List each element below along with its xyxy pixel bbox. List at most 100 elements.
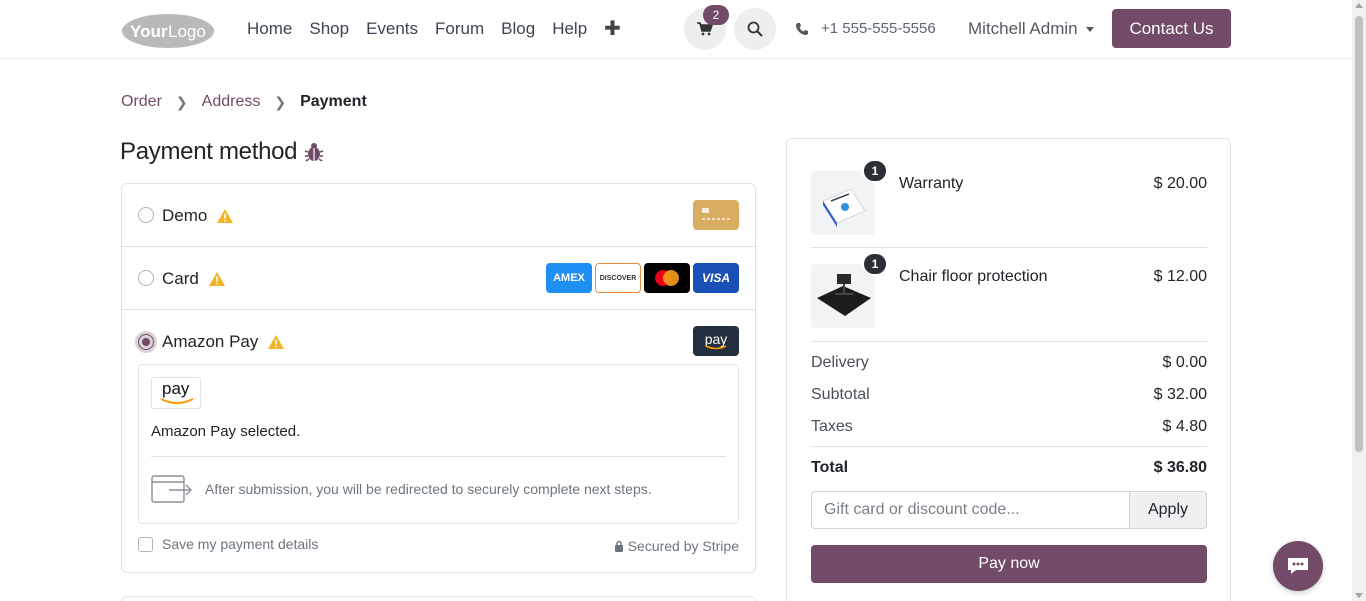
- save-payment-details[interactable]: Save my payment details: [138, 536, 318, 552]
- search-icon: [747, 21, 763, 37]
- main-nav: Home Shop Events Forum Blog Help ✚: [247, 19, 621, 39]
- amex-icon: AMEX: [546, 263, 592, 293]
- nav-events[interactable]: Events: [366, 19, 418, 39]
- demo-logo: [693, 200, 739, 230]
- bug-icon[interactable]: [303, 141, 325, 163]
- discount-code-input[interactable]: [811, 491, 1129, 529]
- amazon-pay-icon: pay: [693, 326, 739, 356]
- item-name[interactable]: Warranty: [899, 175, 963, 193]
- search-button[interactable]: [734, 8, 776, 50]
- phone-icon: [796, 22, 808, 35]
- redirect-window-icon: [151, 475, 192, 503]
- amazon-pay-small-logo: pay: [151, 377, 201, 409]
- amazon-pay-radio[interactable]: [135, 331, 157, 353]
- amazon-pay-details: pay Amazon Pay selected. After submissio…: [138, 364, 739, 524]
- pay-now-button[interactable]: Pay now: [811, 545, 1207, 583]
- taxes-row: Taxes $ 4.80: [811, 418, 1207, 436]
- quantity-badge: 1: [862, 252, 888, 276]
- card-brand-logos: AMEX DISCOVER VISA: [546, 263, 739, 293]
- delivery-value: $ 0.00: [1162, 354, 1207, 371]
- secured-label: Secured by Stripe: [627, 538, 739, 554]
- scroll-up-icon[interactable]: [1355, 3, 1363, 8]
- subtotal-value: $ 32.00: [1153, 386, 1207, 403]
- order-summary: 1 Warranty $ 20.00 1 Chair floor protect…: [786, 138, 1231, 601]
- divider: [811, 341, 1207, 342]
- item-name[interactable]: Chair floor protection: [899, 268, 1048, 286]
- demo-label-group: Demo: [162, 206, 234, 226]
- warning-icon: [208, 272, 225, 286]
- phone-number: +1 555-555-5556: [821, 20, 936, 37]
- nav-help[interactable]: Help: [552, 19, 587, 39]
- secured-by-stripe: Secured by Stripe: [614, 538, 739, 554]
- chat-icon: [1288, 558, 1308, 574]
- chevron-right-icon: ❯: [274, 93, 287, 110]
- page-title: Payment method: [120, 138, 325, 166]
- payment-method-heading: Payment method: [120, 138, 298, 165]
- total-label: Total: [811, 459, 849, 476]
- discount-form: Apply: [811, 491, 1207, 529]
- site-header: Your Logo Home Shop Events Forum Blog He…: [0, 0, 1352, 59]
- visa-icon: VISA: [693, 263, 739, 293]
- divider: [811, 446, 1207, 447]
- phone-link[interactable]: +1 555-555-5556: [795, 20, 936, 37]
- breadcrumb-address[interactable]: Address: [202, 93, 261, 111]
- nav-home[interactable]: Home: [247, 19, 292, 39]
- svg-text:Your: Your: [130, 22, 168, 41]
- taxes-label: Taxes: [811, 418, 853, 435]
- amazon-pay-logo-text: pay: [704, 330, 728, 347]
- divider: [151, 456, 726, 457]
- lock-icon: [614, 540, 623, 552]
- item-price: $ 20.00: [1153, 175, 1207, 192]
- delivery-label: Delivery: [811, 354, 869, 371]
- redirect-text: After submission, you will be redirected…: [205, 481, 652, 497]
- product-image-warranty[interactable]: [811, 171, 875, 235]
- breadcrumb: Order ❯ Address ❯ Payment: [121, 93, 367, 111]
- amazon-pay-selected-text: Amazon Pay selected.: [151, 423, 301, 440]
- mastercard-icon: [644, 263, 690, 293]
- product-image-chair-floor-protection[interactable]: [811, 264, 875, 328]
- apply-button[interactable]: Apply: [1129, 491, 1207, 529]
- amazon-pay-logo: pay: [693, 326, 739, 356]
- subtotal-label: Subtotal: [811, 386, 870, 403]
- scroll-down-icon[interactable]: [1355, 593, 1363, 598]
- delivery-row: Delivery $ 0.00: [811, 354, 1207, 372]
- payment-option-card[interactable]: Card AMEX DISCOVER VISA: [122, 247, 755, 310]
- save-details-checkbox[interactable]: [138, 536, 153, 552]
- user-name: Mitchell Admin: [968, 19, 1078, 38]
- live-chat-button[interactable]: [1273, 541, 1323, 591]
- card-label: Card: [162, 269, 199, 288]
- payment-option-amazon-pay[interactable]: Amazon Pay pay: [122, 310, 755, 360]
- card-radio[interactable]: [138, 270, 154, 286]
- amazon-pay-label-group: Amazon Pay: [162, 332, 285, 352]
- subtotal-row: Subtotal $ 32.00: [811, 386, 1207, 404]
- credit-card-icon: [693, 200, 739, 230]
- demo-label: Demo: [162, 206, 208, 225]
- nav-shop[interactable]: Shop: [309, 19, 349, 39]
- page-scrollbar[interactable]: [1352, 0, 1366, 601]
- amazon-pay-small-logo-text: pay: [162, 379, 190, 398]
- contact-us-button[interactable]: Contact Us: [1112, 9, 1231, 48]
- nav-blog[interactable]: Blog: [501, 19, 535, 39]
- scrollbar-thumb[interactable]: [1355, 16, 1363, 452]
- demo-radio[interactable]: [138, 207, 154, 223]
- warning-icon: [217, 209, 234, 223]
- plus-icon[interactable]: ✚: [604, 19, 621, 39]
- warning-icon: [268, 335, 285, 349]
- save-details-label: Save my payment details: [162, 536, 319, 552]
- breadcrumb-order[interactable]: Order: [121, 93, 162, 111]
- amazon-pay-label: Amazon Pay: [162, 332, 259, 351]
- site-logo[interactable]: Your Logo: [121, 12, 216, 50]
- cart-count-badge: 2: [703, 5, 729, 25]
- payment-option-demo[interactable]: Demo: [122, 184, 755, 247]
- chevron-down-icon: [1085, 26, 1094, 32]
- quantity-badge: 1: [862, 159, 888, 183]
- breadcrumb-payment: Payment: [300, 93, 367, 110]
- user-menu[interactable]: Mitchell Admin: [968, 19, 1094, 39]
- redirect-notice: After submission, you will be redirected…: [151, 475, 652, 503]
- nav-forum[interactable]: Forum: [435, 19, 484, 39]
- item-price: $ 12.00: [1153, 268, 1207, 285]
- discover-icon: DISCOVER: [595, 263, 641, 293]
- divider: [811, 247, 1207, 248]
- payment-methods-list: Demo Card AMEX DISCOVER VISA Amazon Pay …: [121, 183, 756, 573]
- total-row: Total $ 36.80: [811, 459, 1207, 477]
